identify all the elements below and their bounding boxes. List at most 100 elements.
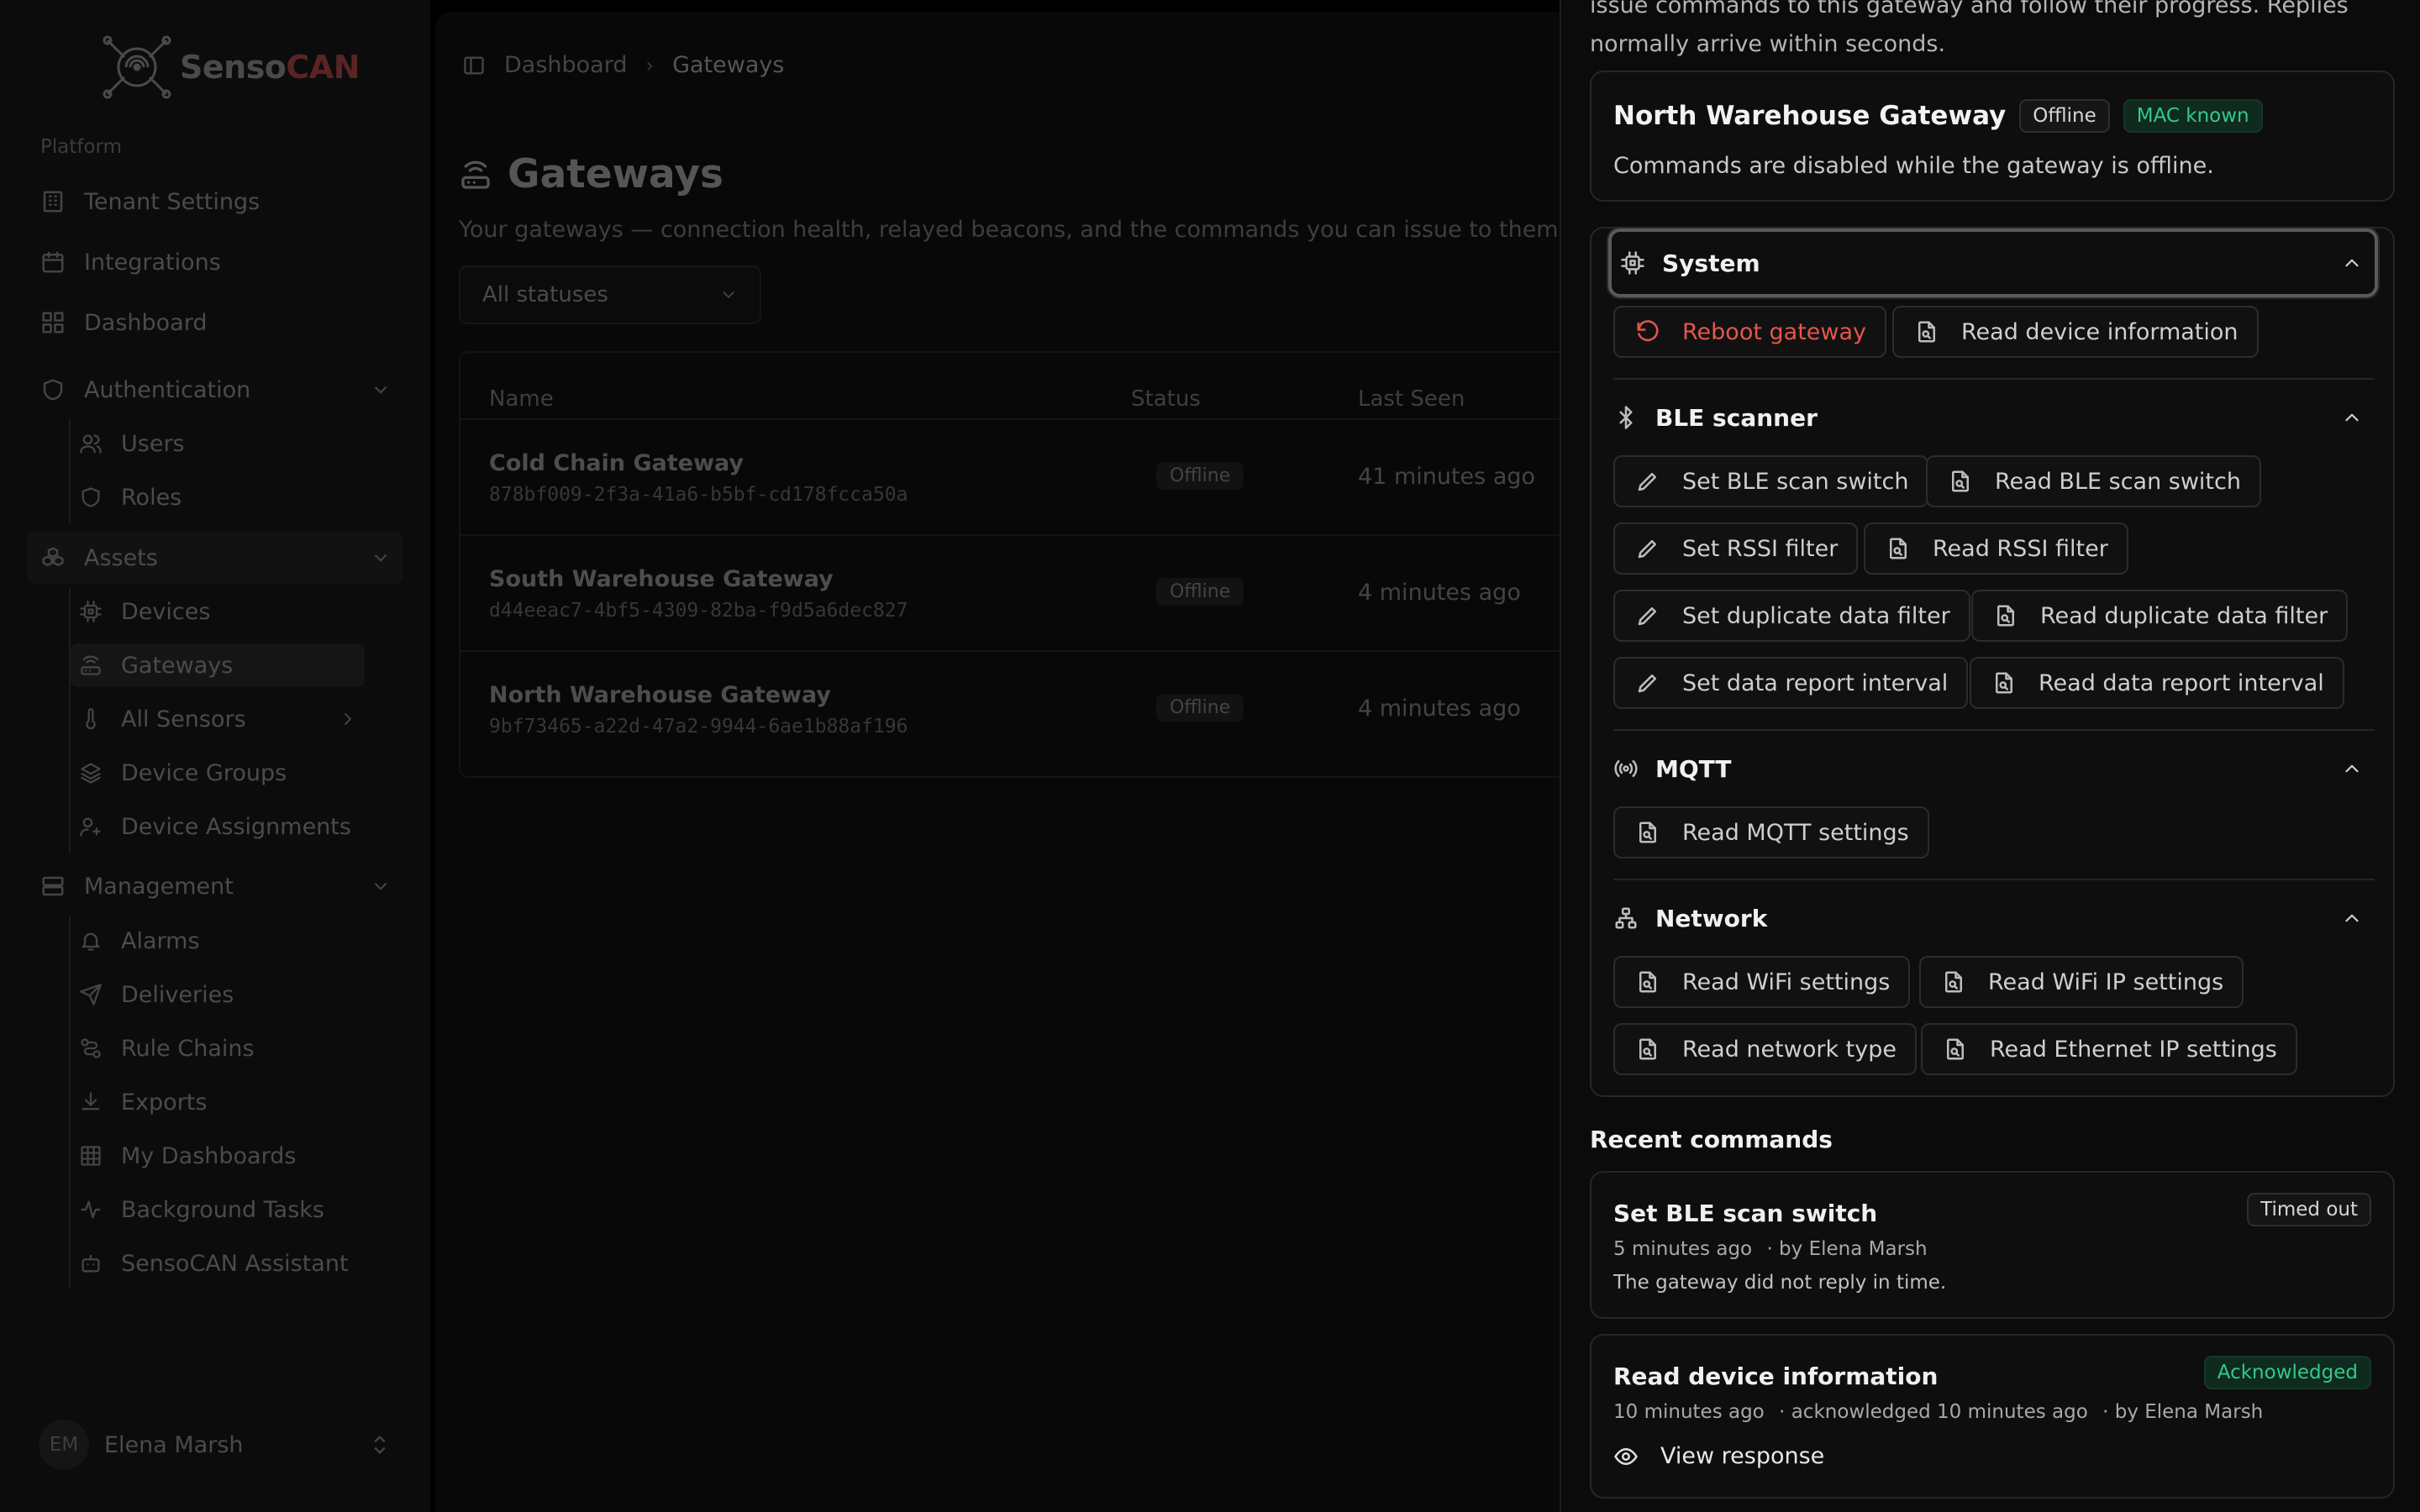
read-duplicate-data-filter-button[interactable]: Read duplicate data filter [1971, 590, 2349, 642]
drawer-intro: issue commands to this gateway and follo… [1590, 0, 2380, 64]
sidebar-item-roles[interactable]: Roles [71, 475, 365, 519]
button-label: Read duplicate data filter [2040, 602, 2328, 629]
sidebar-item-exports[interactable]: Exports [71, 1080, 365, 1124]
sidebar-item-rule-chains[interactable]: Rule Chains [71, 1026, 365, 1070]
read-mqtt-settings-button[interactable]: Read MQTT settings [1613, 806, 1929, 858]
sidebar-item-label: SensoCAN Assistant [121, 1250, 349, 1277]
status-badge: Timed out [2247, 1193, 2371, 1226]
sidebar-group-management[interactable]: Management [34, 862, 403, 911]
set-duplicate-data-filter-button[interactable]: Set duplicate data filter [1613, 590, 1970, 642]
sidebar-item-label: Users [121, 430, 185, 457]
eye-icon [1614, 1447, 1638, 1465]
button-label: Read device information [1961, 318, 2238, 345]
read-network-type-button[interactable]: Read network type [1613, 1023, 1917, 1075]
sidebar-item-device-assignments[interactable]: Device Assignments [71, 805, 365, 848]
table-row[interactable]: Cold Chain Gateway 878bf009-2f3a-41a6-b5… [460, 418, 1637, 534]
sidebar-item-device-groups[interactable]: Device Groups [71, 751, 365, 795]
section-title: Network [1655, 904, 1768, 932]
column-header-status[interactable]: Status [1131, 386, 1201, 412]
gateway-name: North Warehouse Gateway [1613, 101, 2007, 131]
status-badge: Offline [1156, 694, 1244, 722]
sidebar-item-alarms[interactable]: Alarms [71, 919, 365, 963]
page-title: Gateways [459, 151, 723, 197]
file-search-icon [1947, 1038, 1964, 1060]
sidebar-item-deliveries[interactable]: Deliveries [71, 973, 365, 1016]
gateway-summary-card: North Warehouse Gateway Offline MAC know… [1590, 71, 2395, 202]
sidebar-item-background-tasks[interactable]: Background Tasks [71, 1188, 365, 1231]
section-header-system[interactable]: System [1608, 228, 2378, 297]
button-label: Read WiFi IP settings [1988, 969, 2224, 995]
table-row[interactable]: South Warehouse Gateway d44eeac7-4bf5-43… [460, 534, 1637, 650]
sidebar-item-my-dashboards[interactable]: My Dashboards [71, 1134, 365, 1178]
recent-command-card: Set BLE scan switch Timed out 5 minutes … [1590, 1171, 2395, 1319]
button-label: Read WiFi settings [1682, 969, 1891, 995]
read-device-information-button[interactable]: Read device information [1892, 306, 2259, 358]
command-note: The gateway did not reply in time. [1613, 1272, 1947, 1294]
sidebar-item-label: Gateways [121, 652, 234, 679]
table-grid-icon [81, 1146, 101, 1166]
command-time: 5 minutes ago [1613, 1238, 1753, 1260]
bluetooth-icon [1619, 406, 1633, 429]
view-response-button[interactable]: View response [1613, 1443, 1824, 1469]
sidebar-group-authentication[interactable]: Authentication [34, 365, 403, 414]
table-row[interactable]: North Warehouse Gateway 9bf73465-a22d-47… [460, 650, 1637, 766]
sidebar-item-label: Assets [84, 544, 158, 571]
last-seen: 41 minutes ago [1358, 464, 1536, 490]
status-badge: Offline [2019, 99, 2110, 133]
sidebar-item-users[interactable]: Users [71, 422, 365, 465]
sidebar-item-devices[interactable]: Devices [71, 590, 365, 633]
set-data-report-interval-button[interactable]: Set data report interval [1613, 657, 1969, 709]
status-badge: Acknowledged [2203, 1356, 2371, 1389]
sidebar-item-label: Dashboard [84, 309, 208, 336]
set-rssi-filter-button[interactable]: Set RSSI filter [1613, 522, 1859, 575]
chevrons-up-down-icon [374, 1436, 386, 1454]
button-label: Read data report interval [2039, 669, 2324, 696]
reboot-gateway-button[interactable]: Reboot gateway [1613, 306, 1886, 358]
sidebar-item-gateways[interactable]: Gateways [71, 643, 365, 687]
button-label: Set BLE scan switch [1682, 468, 1909, 495]
sidebar-item-label: Management [84, 873, 234, 900]
sidebar-item-label: Background Tasks [121, 1196, 324, 1223]
sidebar-item-label: Integrations [84, 249, 221, 276]
read-data-report-interval-button[interactable]: Read data report interval [1970, 657, 2344, 709]
gateway-commands-drawer: issue commands to this gateway and follo… [1560, 0, 2420, 1512]
read-wifi-settings-button[interactable]: Read WiFi settings [1613, 956, 1911, 1008]
calendar-icon [42, 251, 64, 273]
column-header-last-seen[interactable]: Last Seen [1358, 386, 1465, 412]
file-search-icon [1918, 321, 1935, 343]
sidebar-toggle-icon[interactable] [462, 54, 486, 77]
recent-commands-title: Recent commands [1590, 1126, 1833, 1153]
read-rssi-filter-button[interactable]: Read RSSI filter [1864, 522, 2128, 575]
section-header-ble-scanner[interactable]: BLE scanner [1613, 383, 2375, 452]
sidebar-item-dashboard[interactable]: Dashboard [34, 298, 403, 347]
gateway-name: North Warehouse Gateway [489, 682, 831, 708]
read-ethernet-ip-settings-button[interactable]: Read Ethernet IP settings [1921, 1023, 2297, 1075]
column-header-name[interactable]: Name [489, 386, 554, 412]
set-ble-scan-switch-button[interactable]: Set BLE scan switch [1613, 455, 1929, 507]
sidebar-item-all-sensors[interactable]: All Sensors [71, 697, 365, 741]
pencil-icon [1638, 607, 1656, 626]
sidebar-item-integrations[interactable]: Integrations [34, 238, 403, 286]
read-ble-scan-switch-button[interactable]: Read BLE scan switch [1926, 455, 2261, 507]
sidebar-item-tenant-settings[interactable]: Tenant Settings [34, 177, 403, 226]
user-menu[interactable]: EM Elena Marsh [39, 1420, 392, 1470]
pencil-icon [1638, 473, 1656, 491]
sidebar-group-assets[interactable]: Assets [34, 533, 403, 582]
section-title: MQTT [1655, 754, 1732, 783]
status-filter-select[interactable]: All statuses [459, 265, 761, 324]
section-header-network[interactable]: Network [1613, 884, 2375, 953]
users-icon [80, 434, 102, 454]
button-label: Read network type [1682, 1036, 1897, 1063]
read-wifi-ip-settings-button[interactable]: Read WiFi IP settings [1919, 956, 2244, 1008]
gateway-id: 9bf73465-a22d-47a2-9944-6ae1b88af196 [489, 716, 908, 738]
sidebar-item-assistant[interactable]: SensoCAN Assistant [71, 1242, 365, 1285]
sidebar-item-label: Exports [121, 1089, 208, 1116]
breadcrumb-dashboard[interactable]: Dashboard [504, 52, 627, 78]
command-meta: 10 minutes ago · acknowledged 10 minutes… [1613, 1401, 2263, 1423]
sidebar-item-label: My Dashboards [121, 1142, 297, 1169]
section-header-mqtt[interactable]: MQTT [1613, 734, 2375, 803]
section-title: System [1662, 249, 1760, 277]
button-label: Set duplicate data filter [1682, 602, 1950, 629]
command-title: Read device information [1613, 1362, 1939, 1390]
page-title-text: Gateways [508, 151, 723, 197]
